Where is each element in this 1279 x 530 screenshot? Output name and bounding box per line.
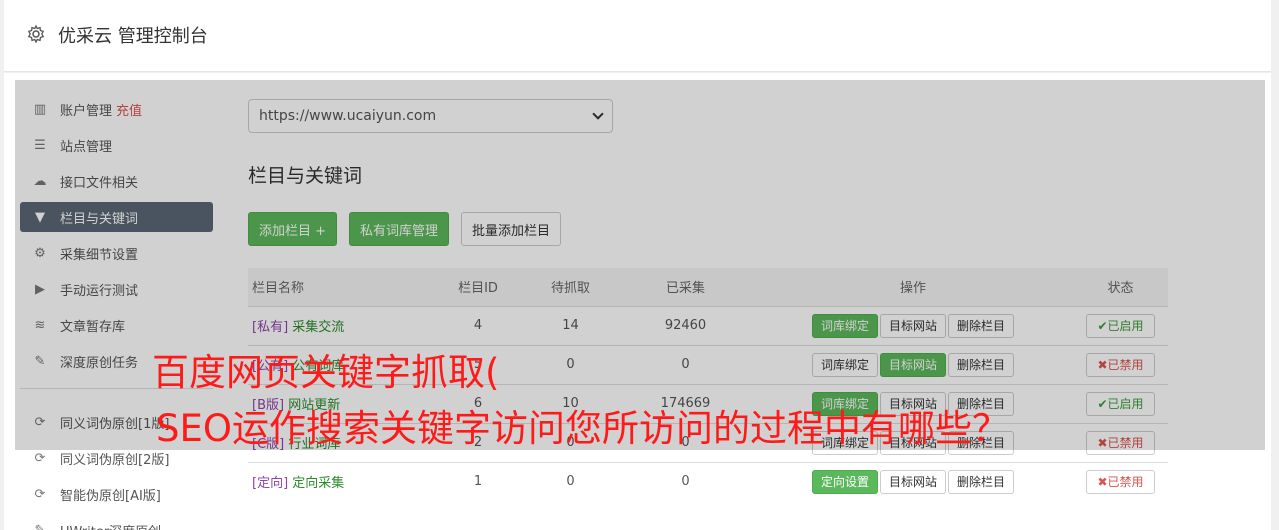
sidebar-item-label: 智能伪原创[AI版] bbox=[60, 488, 161, 504]
actions-cell: 定向设置 目标网站 删除栏目 bbox=[753, 461, 1073, 501]
column-name-link[interactable]: 定向采集 bbox=[292, 476, 344, 491]
refresh-icon: ⟳ bbox=[34, 450, 46, 466]
sidebar-item[interactable]: ✎ UWriter深度原创 bbox=[20, 515, 213, 530]
status-toggle[interactable]: ✖已禁用 bbox=[1086, 469, 1155, 494]
sidebar-item-label: 同义词伪原创[2版] bbox=[60, 452, 170, 468]
app-title: 优采云 管理控制台 bbox=[58, 26, 208, 47]
overlay-caption-line2: SEO运作搜索关键字访问您所访问的过程中有哪些？ bbox=[156, 407, 1009, 450]
target-site-button[interactable]: 目标网站 bbox=[879, 469, 946, 494]
gear-icon bbox=[27, 24, 45, 44]
status-cell: ✖已禁用 bbox=[1073, 461, 1168, 501]
delete-column-button[interactable]: 删除栏目 bbox=[948, 469, 1015, 494]
table-row: [定向] 定向采集 1 0 0 定向设置 目标网站 删除栏目 ✖已禁用 bbox=[248, 461, 1168, 501]
refresh-icon: ⟳ bbox=[34, 486, 46, 502]
column-id: 1 bbox=[433, 461, 523, 501]
edit-icon: ✎ bbox=[34, 522, 46, 530]
bind-lib-button[interactable]: 定向设置 bbox=[811, 469, 878, 494]
sidebar-item-label: UWriter深度原创 bbox=[60, 521, 161, 530]
collected-count: 0 bbox=[618, 461, 753, 501]
column-tag: [定向] bbox=[252, 476, 289, 492]
top-header: 优采云 管理控制台 bbox=[4, 0, 1271, 72]
sidebar-item[interactable]: ⟳ 智能伪原创[AI版] bbox=[20, 479, 213, 509]
pending-count[interactable]: 0 bbox=[523, 461, 618, 501]
column-name-cell: [定向] 定向采集 bbox=[248, 461, 433, 501]
overlay-caption-line1: 百度网页关键字抓取( bbox=[152, 351, 500, 394]
